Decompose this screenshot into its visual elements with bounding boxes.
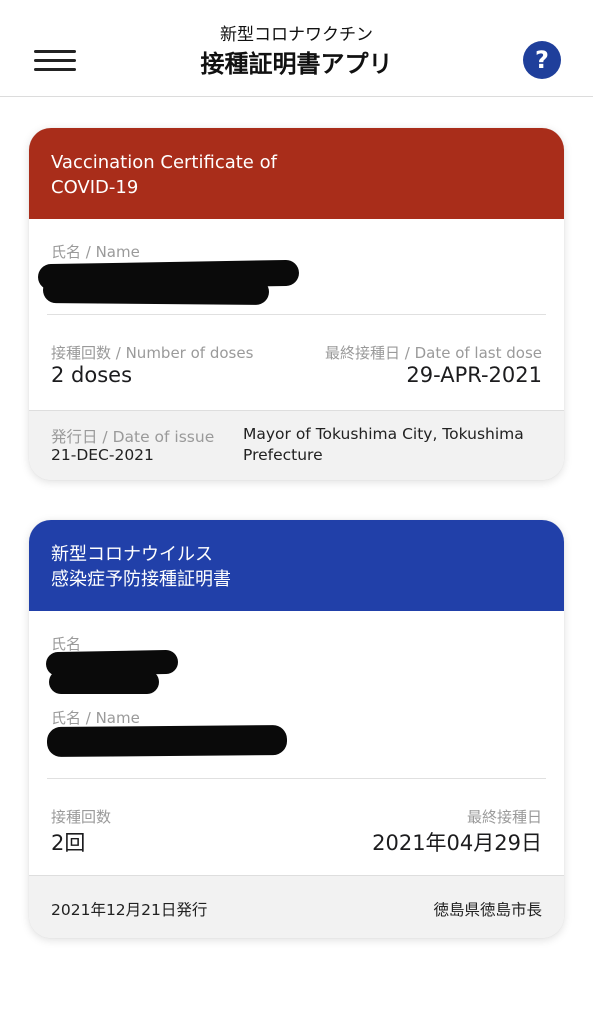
help-icon: ? — [535, 46, 549, 74]
issuer: 徳島県徳島市長 — [433, 901, 542, 919]
last-dose-value: 29-APR-2021 — [406, 363, 542, 387]
name-label: 氏名 / Name — [51, 709, 140, 727]
header-title: 接種証明書アプリ — [200, 50, 393, 78]
doses-label: 接種回数 / Number of doses — [51, 344, 254, 362]
last-dose-label: 最終接種日 — [466, 808, 542, 826]
issuer-line2: Prefecture — [243, 446, 323, 464]
last-dose-value: 2021年04月29日 — [372, 831, 542, 855]
issue-date-value: 21-DEC-2021 — [51, 446, 154, 464]
card-title-line2: 感染症予防接種証明書 — [51, 569, 231, 590]
certificate-card-japanese[interactable]: 新型コロナウイルス 感染症予防接種証明書 氏名 氏名 / Name 接種回数 2… — [29, 520, 564, 938]
issuer-line1: Mayor of Tokushima City, Tokushima — [243, 425, 524, 443]
doses-value: 2 doses — [51, 363, 133, 387]
card-header: 新型コロナウイルス 感染症予防接種証明書 — [29, 520, 564, 611]
help-button[interactable]: ? — [523, 41, 561, 79]
card-title-line1: 新型コロナウイルス — [51, 544, 213, 565]
doses-label: 接種回数 — [51, 808, 112, 826]
divider — [47, 314, 546, 315]
name-label: 氏名 / Name — [51, 243, 140, 261]
doses-value: 2回 — [51, 831, 86, 855]
card-footer: 2021年12月21日発行 徳島県徳島市長 — [29, 875, 564, 938]
certificate-card-english[interactable]: Vaccination Certificate of COVID-19 氏名 /… — [29, 128, 564, 480]
card-title-line1: Vaccination Certificate of — [51, 152, 277, 173]
header-subtitle: 新型コロナワクチン — [220, 25, 373, 45]
card-title-line2: COVID-19 — [51, 177, 139, 198]
issue-date-value: 2021年12月21日発行 — [51, 901, 208, 919]
issue-date-label: 発行日 / Date of issue — [51, 428, 215, 446]
name-redaction — [46, 724, 288, 758]
divider — [47, 778, 546, 779]
app-header: 新型コロナワクチン 接種証明書アプリ ? — [0, 0, 593, 97]
last-dose-label: 最終接種日 / Date of last dose — [324, 344, 542, 362]
card-header: Vaccination Certificate of COVID-19 — [29, 128, 564, 219]
card-footer: 発行日 / Date of issue 21-DEC-2021 Mayor of… — [29, 410, 564, 480]
